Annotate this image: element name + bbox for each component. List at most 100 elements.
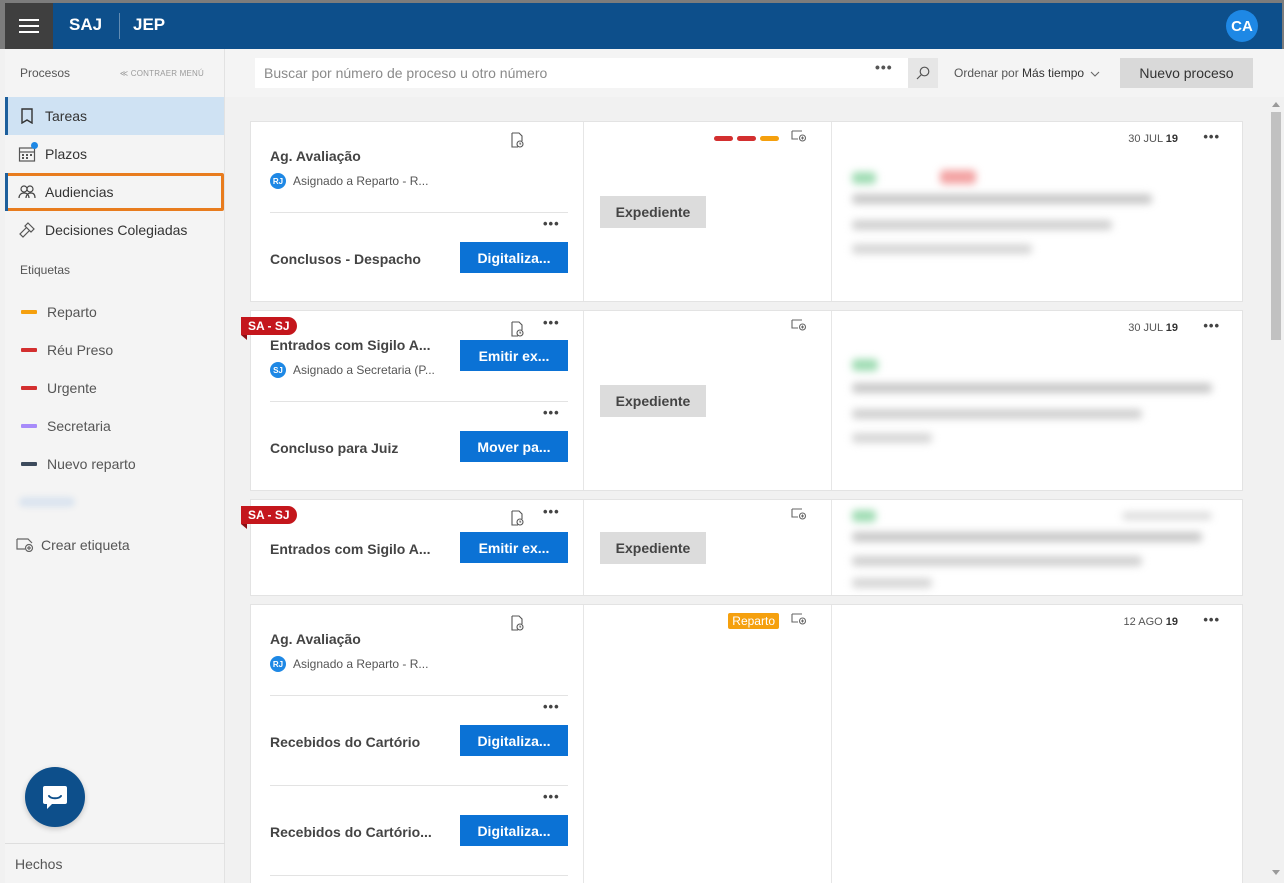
scroll-up-arrow[interactable]: [1272, 102, 1280, 107]
card-options-button[interactable]: •••: [1203, 129, 1220, 144]
expediente-button[interactable]: Expediente: [600, 532, 706, 564]
expediente-column: Expediente: [584, 122, 832, 301]
search-options-button[interactable]: •••: [875, 59, 893, 75]
people-icon: [17, 182, 37, 202]
sidebar-item-plazos[interactable]: Plazos: [5, 135, 224, 173]
task-title[interactable]: Concluso para Juiz: [270, 440, 398, 456]
add-tag-icon[interactable]: [791, 319, 807, 331]
task-action-button[interactable]: Digitaliza...: [460, 725, 568, 756]
sidebar-item-hechos[interactable]: Hechos: [5, 843, 225, 883]
tag-color: [21, 386, 37, 390]
calendar-icon: [17, 142, 38, 164]
sidebar-item-audiencias[interactable]: Audiencias: [5, 173, 224, 211]
process-card[interactable]: Ag. Avaliação RJ Asignado a Reparto - R.…: [250, 604, 1243, 883]
card-options-button[interactable]: •••: [1203, 612, 1220, 627]
tag-nuevo-reparto[interactable]: Nuevo reparto: [5, 445, 224, 483]
task-action-button[interactable]: Digitaliza...: [460, 242, 568, 273]
task-action-button[interactable]: Emitir ex...: [460, 340, 568, 371]
redacted-text: [852, 383, 1212, 393]
process-card[interactable]: Ag. Avaliação RJ Asignado a Reparto - R.…: [250, 121, 1243, 302]
task-options-button[interactable]: •••: [543, 699, 560, 714]
tag-label: Secretaria: [47, 418, 111, 434]
tasks-column: ••• Entrados com Sigilo A... Emitir ex..…: [251, 311, 584, 490]
hamburger-icon: [19, 17, 39, 35]
create-tag-button[interactable]: Crear etiqueta: [5, 521, 224, 569]
expediente-button[interactable]: Expediente: [600, 385, 706, 417]
add-tag-icon[interactable]: [791, 130, 807, 142]
sidebar-item-decisiones-colegiadas[interactable]: Decisiones Colegiadas: [5, 211, 224, 249]
tag-reparto[interactable]: Reparto: [5, 293, 224, 331]
redacted-text: [852, 532, 1202, 542]
collapse-menu-button[interactable]: ≪ CONTRAER MENÚ: [120, 69, 204, 78]
tag-badge: Reparto: [728, 613, 779, 629]
add-tag-icon[interactable]: [791, 508, 807, 520]
card-tag-colors: [714, 136, 779, 141]
task-title[interactable]: Recebidos do Cartório: [270, 734, 420, 750]
document-clock-icon[interactable]: [511, 615, 524, 631]
task-title[interactable]: Ag. Avaliação: [270, 148, 361, 164]
task-title[interactable]: Conclusos - Despacho: [270, 251, 421, 267]
sort-prefix: Ordenar por: [954, 66, 1019, 80]
scroll-thumb[interactable]: [1271, 112, 1281, 340]
expediente-column: Expediente: [584, 311, 832, 490]
expediente-button[interactable]: Expediente: [600, 196, 706, 228]
task-action-button[interactable]: Mover pa...: [460, 431, 568, 462]
user-avatar[interactable]: CA: [1226, 10, 1258, 42]
tag-redacted[interactable]: [5, 483, 224, 521]
task-title[interactable]: Entrados com Sigilo A...: [270, 337, 431, 353]
tag-color: [737, 136, 756, 141]
tag-color: [21, 310, 37, 314]
menu-button[interactable]: [5, 3, 53, 49]
chat-button[interactable]: [25, 767, 85, 827]
tag-color: [21, 462, 37, 466]
task-action-button[interactable]: Emitir ex...: [460, 532, 568, 563]
task-title[interactable]: Recebidos do Cartório...: [270, 824, 432, 840]
redacted-badge: [852, 172, 876, 184]
tag-color: [21, 424, 37, 428]
redacted-badge: [852, 359, 878, 371]
divider: [270, 212, 568, 213]
sidebar-item-tareas[interactable]: Tareas: [5, 97, 224, 135]
add-tag-icon[interactable]: [791, 613, 807, 625]
sort-dropdown[interactable]: Ordenar por Más tiempo: [954, 66, 1100, 80]
create-tag-label: Crear etiqueta: [41, 537, 130, 553]
sidebar-item-label: Decisiones Colegiadas: [45, 222, 188, 238]
process-card[interactable]: SA - SJ ••• Entrados com Sigilo A... Emi…: [241, 499, 1243, 596]
redacted-badge: [940, 170, 976, 184]
assignment[interactable]: RJ Asignado a Reparto - R...: [270, 173, 428, 189]
scrollbar[interactable]: [1268, 97, 1284, 883]
tag-color: [21, 348, 37, 352]
redacted-text: [852, 194, 1152, 204]
process-card[interactable]: SA - SJ ••• Entrados com Sigilo A... Emi…: [241, 310, 1243, 491]
tag-reu-preso[interactable]: Réu Preso: [5, 331, 224, 369]
document-clock-icon[interactable]: [511, 510, 524, 526]
redacted-text: [852, 556, 1142, 566]
task-options-button[interactable]: •••: [543, 504, 560, 519]
redacted-badge: [852, 510, 876, 522]
card-options-button[interactable]: •••: [1203, 318, 1220, 333]
process-list: Ag. Avaliação RJ Asignado a Reparto - R.…: [225, 97, 1268, 883]
assignment[interactable]: SJ Asignado a Secretaria (P...: [270, 362, 435, 378]
document-clock-icon[interactable]: [511, 321, 524, 337]
search-input[interactable]: [255, 58, 908, 88]
app-name-jep[interactable]: JEP: [133, 15, 165, 35]
task-title[interactable]: Entrados com Sigilo A...: [270, 541, 431, 557]
task-options-button[interactable]: •••: [543, 789, 560, 804]
divider: [270, 785, 568, 786]
tag-secretaria[interactable]: Secretaria: [5, 407, 224, 445]
task-action-button[interactable]: Digitaliza...: [460, 815, 568, 846]
app-name-saj[interactable]: SAJ: [69, 15, 102, 35]
assignment[interactable]: RJ Asignado a Reparto - R...: [270, 656, 428, 672]
tag-urgente[interactable]: Urgente: [5, 369, 224, 407]
tag-color: [760, 136, 779, 141]
task-options-button[interactable]: •••: [543, 315, 560, 330]
details-column: 30 JUL 19 •••: [832, 122, 1242, 301]
task-title[interactable]: Ag. Avaliação: [270, 631, 361, 647]
new-process-button[interactable]: Nuevo proceso: [1120, 58, 1253, 88]
task-options-button[interactable]: •••: [543, 405, 560, 420]
search-button[interactable]: [908, 58, 938, 88]
sidebar-item-label: Plazos: [45, 146, 88, 162]
task-options-button[interactable]: •••: [543, 216, 560, 231]
scroll-down-arrow[interactable]: [1272, 870, 1280, 875]
document-clock-icon[interactable]: [511, 132, 524, 148]
